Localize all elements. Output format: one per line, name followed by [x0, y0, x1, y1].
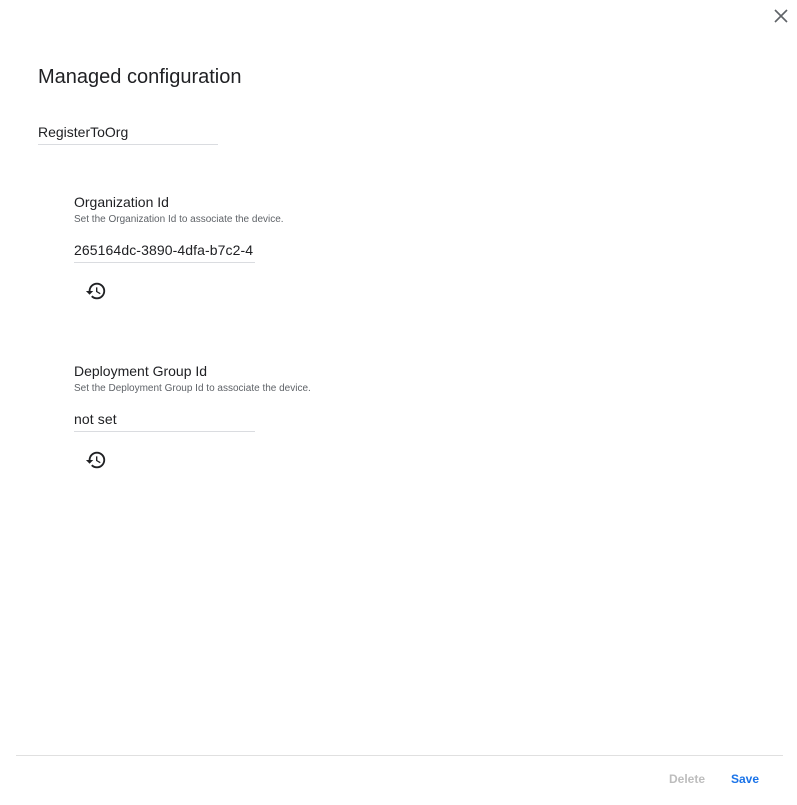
setting-deployment-group-id: Deployment Group Id Set the Deployment G… — [74, 362, 474, 472]
history-icon — [85, 451, 106, 469]
save-button[interactable]: Save — [731, 772, 759, 786]
close-icon — [774, 9, 788, 23]
setting-label: Organization Id — [74, 194, 169, 210]
configuration-name-input[interactable] — [38, 120, 218, 145]
dialog-title: Managed configuration — [38, 66, 242, 88]
footer-divider — [16, 755, 783, 756]
deployment-group-id-reset-button[interactable] — [84, 448, 108, 472]
setting-description: Set the Organization Id to associate the… — [74, 214, 284, 225]
deployment-group-id-input[interactable] — [74, 407, 255, 432]
organization-id-input[interactable] — [74, 238, 255, 263]
setting-description: Set the Deployment Group Id to associate… — [74, 383, 311, 394]
history-icon — [85, 282, 106, 300]
close-button[interactable] — [769, 4, 793, 28]
managed-configuration-dialog: Managed configuration Organization Id Se… — [0, 0, 797, 805]
organization-id-reset-button[interactable] — [84, 279, 108, 303]
delete-button[interactable]: Delete — [669, 772, 705, 786]
setting-label: Deployment Group Id — [74, 363, 208, 379]
setting-organization-id: Organization Id Set the Organization Id … — [74, 193, 474, 303]
